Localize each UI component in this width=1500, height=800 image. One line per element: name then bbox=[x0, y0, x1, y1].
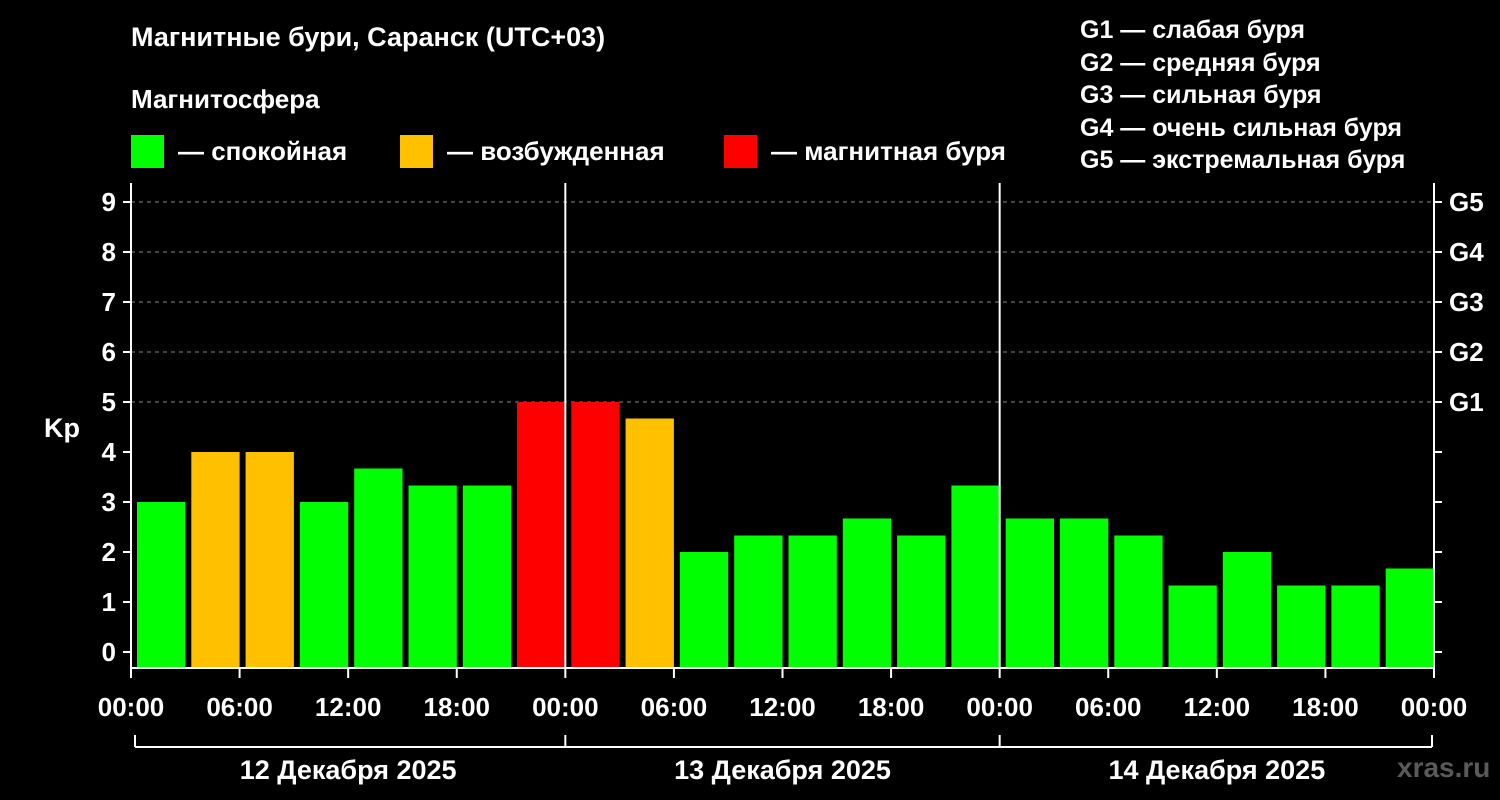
kp-bar bbox=[842, 518, 892, 668]
kp-bar bbox=[1168, 585, 1217, 668]
kp-bar bbox=[1331, 585, 1380, 668]
day-label: 12 Декабря 2025 bbox=[240, 755, 457, 785]
x-tick-label: 06:00 bbox=[206, 692, 273, 722]
x-tick-label: 06:00 bbox=[641, 692, 708, 722]
kp-bar bbox=[137, 502, 186, 668]
y-tick-label: 7 bbox=[102, 287, 116, 317]
y-tick-label: 6 bbox=[102, 337, 116, 367]
brand-watermark: xras.ru bbox=[1397, 752, 1491, 783]
kp-bar bbox=[571, 402, 620, 668]
x-tick-label: 12:00 bbox=[749, 692, 816, 722]
y-tick-label: 8 bbox=[102, 237, 116, 267]
storm-level-tick-label: G4 bbox=[1449, 237, 1484, 267]
kp-chart: 0 1 2 3 4 5 6 7 8 9 G1 G2 G3 G4 G5 Kp 00:00 06:00 12:00 18:… bbox=[44, 183, 1484, 785]
x-tick-label: 18:00 bbox=[858, 692, 925, 722]
y-tick-label: 5 bbox=[102, 387, 116, 417]
storm-level-tick-label: G3 bbox=[1449, 287, 1484, 317]
y-tick-label: 1 bbox=[102, 587, 116, 617]
kp-bar bbox=[245, 452, 294, 668]
x-tick-label: 06:00 bbox=[1075, 692, 1142, 722]
x-tick-label: 12:00 bbox=[315, 692, 382, 722]
y-tick-label: 2 bbox=[102, 537, 116, 567]
y-tick-label: 4 bbox=[102, 437, 117, 467]
kp-bar bbox=[951, 485, 1000, 668]
kp-bar bbox=[679, 552, 729, 668]
x-tick-label: 00:00 bbox=[98, 692, 165, 722]
kp-bar bbox=[462, 485, 512, 668]
x-tick-label: 18:00 bbox=[424, 692, 491, 722]
storm-level-tick-label: G1 bbox=[1449, 387, 1484, 417]
storm-level-tick-label: G5 bbox=[1449, 187, 1484, 217]
y-tick-label: 9 bbox=[102, 187, 116, 217]
kp-bar bbox=[1114, 535, 1163, 668]
x-tick-label: 00:00 bbox=[966, 692, 1033, 722]
storm-level-tick-label: G2 bbox=[1449, 337, 1484, 367]
kp-bar bbox=[517, 402, 566, 668]
kp-bar bbox=[1385, 568, 1434, 668]
kp-bar bbox=[1222, 552, 1272, 668]
kp-bar bbox=[354, 468, 403, 668]
kp-bar bbox=[1060, 518, 1109, 668]
x-tick-label: 12:00 bbox=[1184, 692, 1251, 722]
kp-bar bbox=[1005, 518, 1054, 668]
kp-bar bbox=[788, 535, 837, 668]
y-tick-label: 0 bbox=[102, 637, 116, 667]
kp-bar bbox=[625, 418, 674, 668]
kp-bar bbox=[299, 502, 349, 668]
kp-bar bbox=[408, 485, 457, 668]
x-tick-label: 00:00 bbox=[1401, 692, 1468, 722]
kp-bar bbox=[734, 535, 783, 668]
day-label: 14 Декабря 2025 bbox=[1108, 755, 1325, 785]
y-tick-label: 3 bbox=[102, 487, 116, 517]
x-tick-label: 18:00 bbox=[1292, 692, 1359, 722]
day-label: 13 Декабря 2025 bbox=[674, 755, 891, 785]
kp-bar bbox=[897, 535, 946, 668]
kp-bar bbox=[191, 452, 240, 668]
x-tick-label: 00:00 bbox=[532, 692, 599, 722]
y-axis-label: Kp bbox=[44, 413, 80, 443]
kp-bar bbox=[1277, 585, 1326, 668]
